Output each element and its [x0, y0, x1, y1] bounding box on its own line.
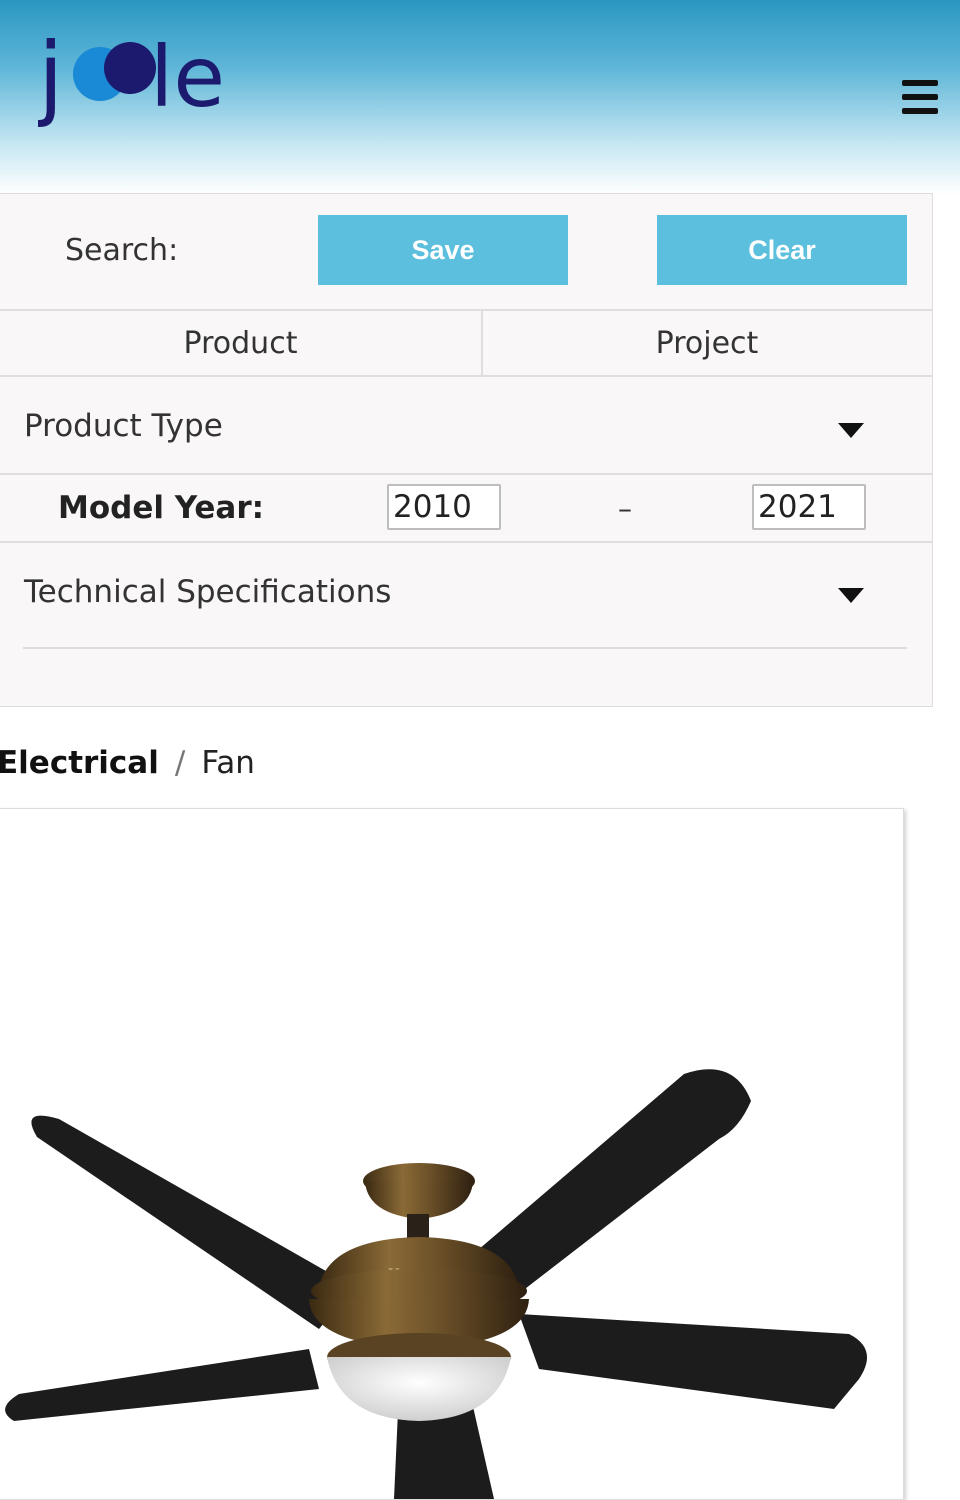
breadcrumb-fan[interactable]: Fan — [201, 745, 255, 781]
product-type-dropdown[interactable]: Product Type — [0, 377, 932, 473]
technical-specifications-dropdown[interactable]: Technical Specifications — [0, 543, 932, 647]
model-year-to-input[interactable] — [752, 484, 866, 530]
technical-specifications-label: Technical Specifications — [24, 574, 392, 610]
model-year-from-input[interactable] — [387, 484, 501, 530]
svg-text:le: le — [150, 28, 225, 126]
year-range-separator: – — [618, 492, 632, 525]
save-button[interactable]: Save — [318, 215, 568, 285]
svg-text:j: j — [38, 28, 64, 130]
caret-down-icon — [838, 423, 864, 438]
model-year-label: Model Year: — [58, 490, 265, 526]
hamburger-menu-icon[interactable] — [902, 80, 938, 114]
clear-button[interactable]: Clear — [657, 215, 907, 285]
search-label: Search: — [65, 233, 179, 268]
breadcrumb-separator: / — [174, 745, 186, 781]
joole-logo[interactable]: j le — [38, 28, 238, 132]
product-card[interactable]: Hunter — [0, 808, 904, 1500]
caret-down-icon — [838, 588, 864, 603]
breadcrumb: Electrical / Fan — [0, 745, 255, 781]
site-header: j le — [0, 0, 960, 195]
divider — [23, 647, 907, 649]
product-type-label: Product Type — [24, 408, 223, 444]
tab-product[interactable]: Product — [0, 311, 481, 375]
ceiling-fan-image: Hunter — [5, 1069, 867, 1499]
tab-project[interactable]: Project — [483, 311, 931, 375]
breadcrumb-electrical[interactable]: Electrical — [0, 745, 159, 781]
divider — [0, 473, 932, 475]
